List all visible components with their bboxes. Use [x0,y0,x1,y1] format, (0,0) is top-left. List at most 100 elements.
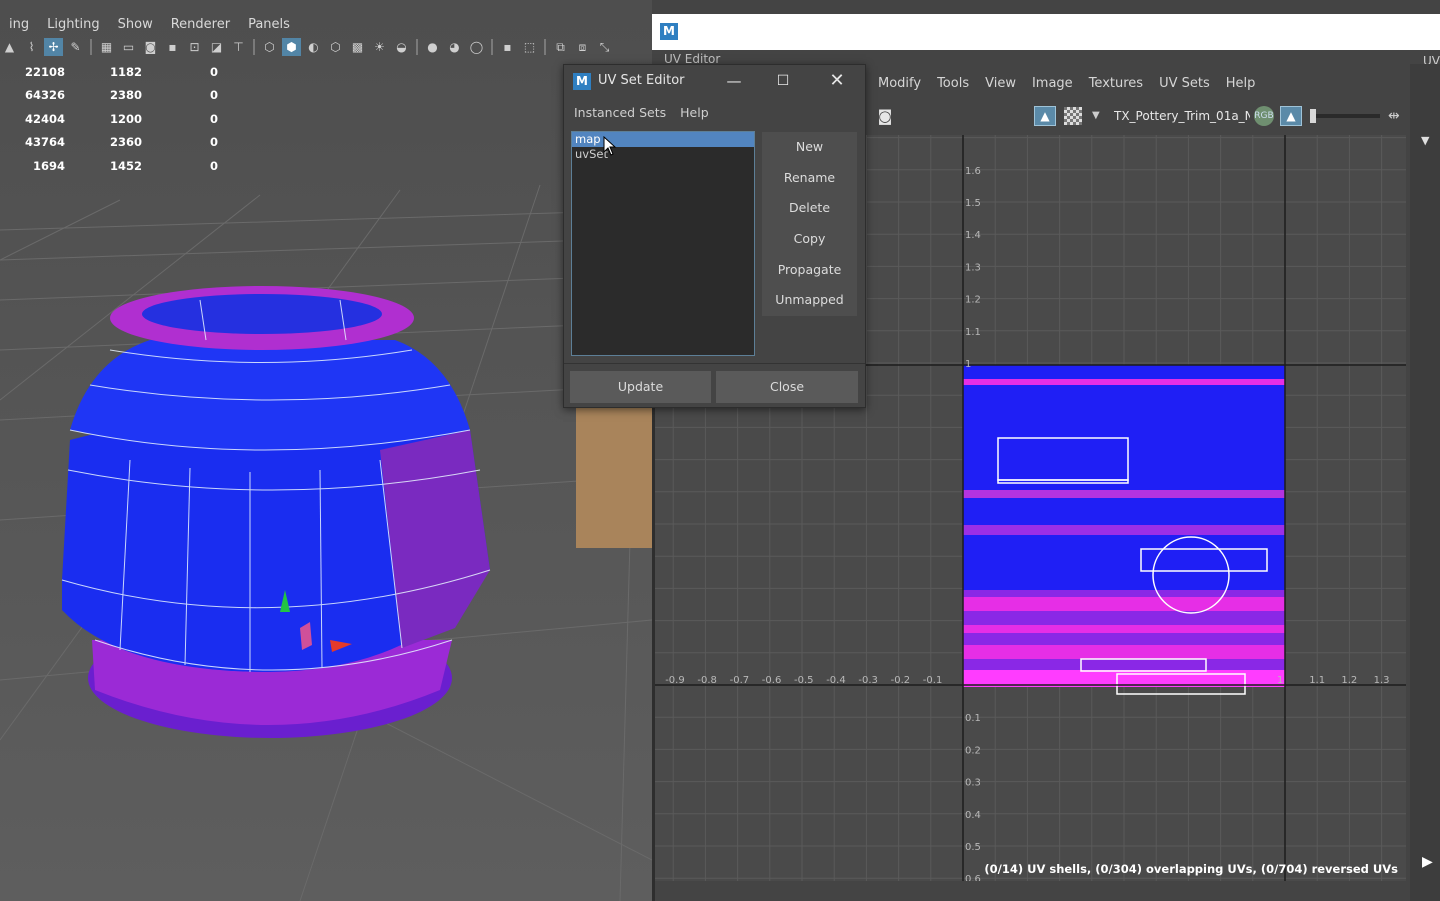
xray-icon[interactable]: ⬚ [520,38,539,56]
close-icon[interactable]: ✕ [824,69,850,93]
propagate-button[interactable]: Propagate [762,254,857,286]
uv-menu-image[interactable]: Image [1024,72,1081,96]
hud-value: 1694 [32,158,65,173]
unmapped-button[interactable]: Unmapped [762,285,857,317]
uv-status-text: (0/14) UV shells, (0/304) overlapping UV… [984,862,1398,876]
collapse-arrow-icon[interactable]: ▼ [1421,134,1429,147]
u-tick-label: -0.6 [762,675,782,686]
snapshot-camera-icon[interactable]: ◙ [874,106,896,126]
hud-value: 0 [209,158,218,173]
image-plane-icon[interactable]: ◪ [207,38,226,56]
hud-value: 0 [209,64,218,79]
paint-icon[interactable]: ✢ [44,38,63,56]
uv-menu-view[interactable]: View [977,72,1024,96]
u-tick-label: 1.1 [1309,675,1325,686]
toolbar-separator [544,39,546,55]
uv-menu-uv-sets[interactable]: UV Sets [1151,72,1218,96]
expand-arrow-icon[interactable]: ▶ [1422,854,1433,870]
v-tick-label: 0.5 [965,842,981,853]
hud-value: 43764 [24,135,65,150]
toolbar-expand-icon[interactable]: ⇹ [1388,106,1400,126]
uv-texture-tile [963,365,1285,687]
uv-set-item-map[interactable]: map [572,132,754,147]
delete-button[interactable]: Delete [762,193,857,225]
shaded-icon[interactable]: ◐ [304,38,323,56]
uv-editor-titlebar[interactable]: M [652,14,1440,50]
smooth-shade-icon[interactable]: ⬢ [282,38,301,56]
backface-icon[interactable]: ⧈ [573,38,592,56]
ambient-occlusion-icon[interactable]: ● [423,38,442,56]
dialog-titlebar[interactable]: M UV Set Editor — ☐ ✕ [564,65,865,99]
v-tick-label: 1.6 [965,166,981,177]
shadows-icon[interactable]: ◒ [392,38,411,56]
v-tick-label: 1.5 [965,198,981,209]
v-tick-label: 0.3 [965,778,981,789]
hud-value: 2380 [109,88,142,103]
toolbar-separator [253,39,255,55]
select-icon[interactable]: ▲ [0,38,19,56]
rename-button[interactable]: Rename [762,162,857,194]
lights-icon[interactable]: ☀ [370,38,389,56]
v-tick-label: 1.3 [965,262,981,273]
image-display-icon[interactable]: ▲ [1280,106,1302,126]
chevron-down-icon[interactable]: ▼ [1092,106,1100,126]
update-button[interactable]: Update [570,371,711,403]
resolution-gate-icon[interactable]: ◙ [141,38,160,56]
hud-value: 1200 [109,111,142,126]
motion-blur-icon[interactable]: ◕ [445,38,464,56]
bounding-box-icon[interactable]: ⬡ [326,38,345,56]
xray-joints-icon[interactable]: ⧉ [551,38,570,56]
grid-icon[interactable]: ▦ [97,38,116,56]
display-image-icon[interactable]: ▲ [1034,106,1056,126]
expand-icon[interactable]: ⤡ [595,38,614,56]
menu-help[interactable]: Help [673,102,716,124]
isolate-icon[interactable]: ▪ [498,38,517,56]
field-chart-icon[interactable]: ⊡ [185,38,204,56]
hud-value: 22108 [24,64,65,79]
uv-set-editor-dialog: M UV Set Editor — ☐ ✕ Instanced Sets Hel… [563,64,866,408]
maximize-icon[interactable]: ☐ [770,69,796,93]
uv-menu-tools[interactable]: Tools [929,72,977,96]
viewport-toolbar: ▲ ⌇ ✢ ✎ ▦ ▭ ◙ ▪ ⊡ ◪ ⊤ ⬡ ⬢ ◐ ⬡ ▩ ☀ ◒ ● ◕ … [0,37,652,57]
checker-tiles-icon[interactable] [1064,107,1082,125]
textured-icon[interactable]: ▩ [348,38,367,56]
viewport-menu-show[interactable]: Show [109,14,162,36]
viewport-menu-panels[interactable]: Panels [239,14,299,36]
uv-menu-modify[interactable]: Modify [870,72,929,96]
uv-menu-textures[interactable]: Textures [1081,72,1151,96]
film-gate-icon[interactable]: ▭ [119,38,138,56]
uv-menu-help[interactable]: Help [1218,72,1264,96]
minimize-icon[interactable]: — [721,69,747,93]
viewport-panel[interactable]: ing Lighting Show Renderer Panels ▲ ⌇ ✢ … [0,0,652,901]
v-tick-label: 0.1 [965,713,981,724]
viewport-menu-item[interactable]: ing [0,14,38,36]
uv-editor-menu-bar: Modify Tools View Image Textures UV Sets… [870,72,1263,96]
uv-set-item-uvset[interactable]: uvSet [572,147,754,162]
uv-set-list[interactable]: map uvSet [571,131,755,356]
viewport-menu-renderer[interactable]: Renderer [162,14,239,36]
dialog-title: UV Set Editor [598,73,685,88]
copy-button[interactable]: Copy [762,224,857,255]
safe-area-icon[interactable]: ▪ [163,38,182,56]
hud-value: 0 [209,111,218,126]
camera-attributes-icon[interactable]: ⊤ [229,38,248,56]
exposure-slider[interactable] [1310,109,1380,123]
hud-row-uvs: 1694 1452 0 [0,154,240,178]
rgb-channel-icon[interactable]: RGB [1254,106,1274,126]
v-tick-label: 0.2 [965,745,981,756]
slider-handle[interactable] [1310,109,1316,123]
texture-name-field[interactable]: TX_Pottery_Trim_01a_N [1114,106,1250,126]
toolbar-separator [491,39,493,55]
brush-icon[interactable]: ✎ [66,38,85,56]
lasso-icon[interactable]: ⌇ [22,38,41,56]
viewport-menu-lighting[interactable]: Lighting [38,14,109,36]
new-button[interactable]: New [762,132,857,163]
close-button[interactable]: Close [716,371,858,403]
u-tick-label: 1 [1277,675,1283,686]
antialias-icon[interactable]: ◯ [467,38,486,56]
maya-logo-icon: M [660,23,678,40]
hud-row-tris: 43764 2360 0 [0,131,240,155]
wireframe-icon[interactable]: ⬡ [260,38,279,56]
u-tick-label: -0.3 [858,675,878,686]
menu-instanced-sets[interactable]: Instanced Sets [567,102,673,124]
